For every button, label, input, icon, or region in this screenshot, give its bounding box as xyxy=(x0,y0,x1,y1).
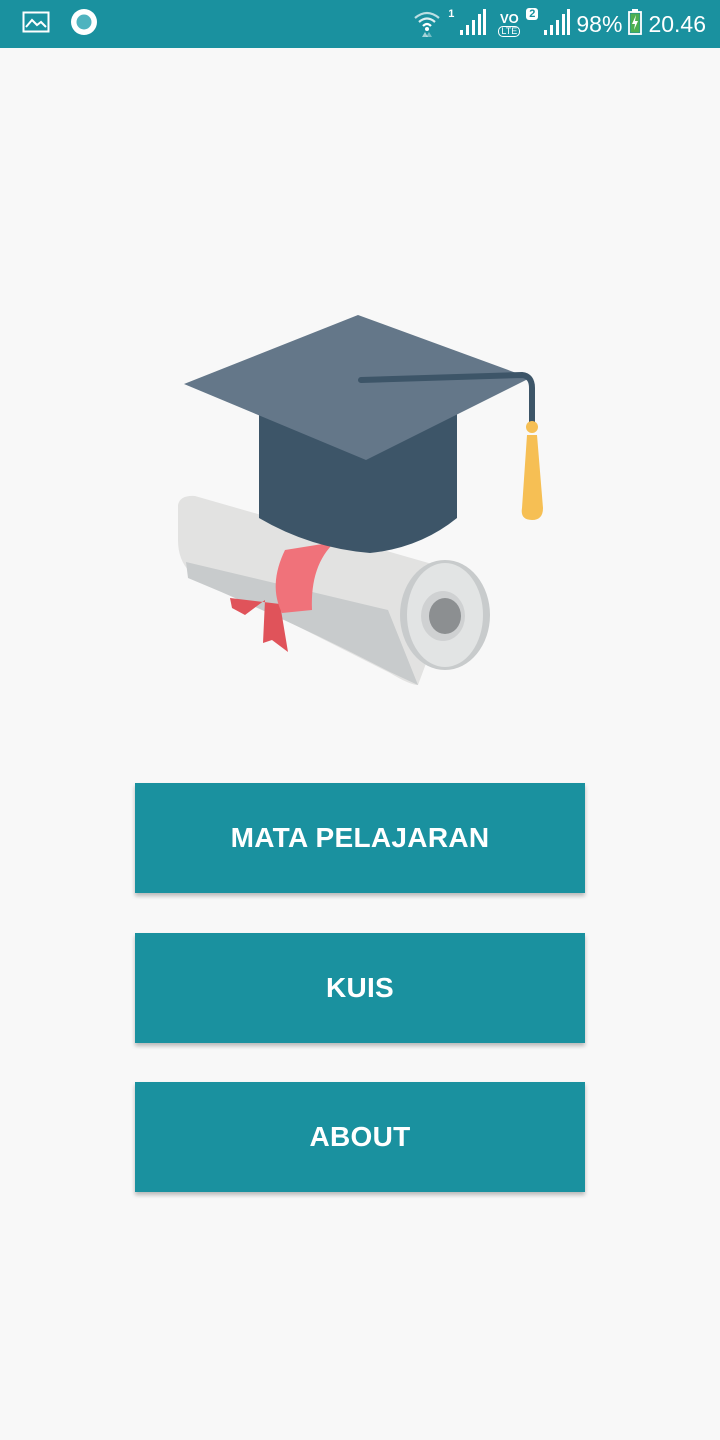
volte-icon: VO LTE xyxy=(498,10,521,37)
graduation-cap-diploma-icon xyxy=(170,310,550,690)
battery-percent: 98% xyxy=(576,10,623,37)
wifi-icon xyxy=(412,7,442,42)
status-bar: 1 VO LTE 2 98% 20.46 xyxy=(0,0,720,48)
signal-icon xyxy=(460,8,487,40)
sim2-label: 2 xyxy=(526,8,539,20)
signal-icon xyxy=(544,8,571,40)
clock: 20.46 xyxy=(648,10,706,37)
battery-charging-icon xyxy=(628,8,643,40)
about-button[interactable]: ABOUT xyxy=(135,1082,585,1192)
sim1-label: 1 xyxy=(448,8,455,20)
record-icon xyxy=(70,8,98,41)
mata-pelajaran-button[interactable]: MATA PELAJARAN xyxy=(135,783,585,893)
kuis-button[interactable]: KUIS xyxy=(135,933,585,1043)
gallery-icon xyxy=(22,11,50,38)
